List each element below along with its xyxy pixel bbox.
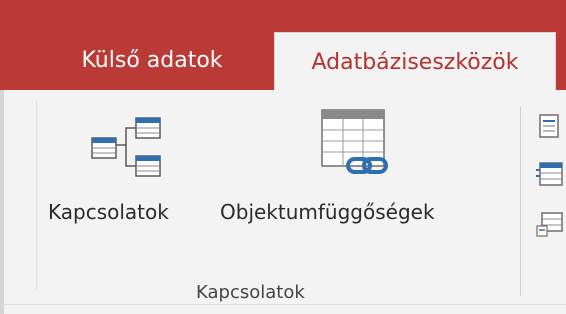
- tab-kulso-adatok[interactable]: Külső adatok: [42, 30, 262, 90]
- ribbon-group-separator: [520, 106, 521, 296]
- ribbon-group-label-kapcsolatok: Kapcsolatok: [196, 282, 305, 303]
- relationships-button[interactable]: Kapcsolatok: [40, 108, 210, 238]
- ribbon-divider-left: [36, 100, 37, 290]
- object-dependencies-button[interactable]: Objektumfüggőségek: [216, 104, 512, 238]
- ribbon-left-edge: [0, 90, 4, 314]
- object-dependencies-icon: [321, 109, 388, 174]
- tab-adatbaziseszkozok[interactable]: Adatbáziseszközök: [274, 32, 556, 92]
- ribbon-bottom-border: [0, 304, 566, 305]
- object-dependencies-button-label: Objektumfüggőségek: [220, 200, 435, 224]
- analyze-table-icon[interactable]: [536, 210, 566, 240]
- relationships-button-label: Kapcsolatok: [48, 200, 169, 224]
- title-bar-strip: [0, 0, 566, 30]
- ribbon-tab-bar: Külső adatok Adatbáziseszközök: [0, 30, 566, 92]
- analyze-performance-icon[interactable]: [536, 160, 566, 190]
- relationships-icon: [91, 117, 161, 177]
- database-documenter-icon[interactable]: [536, 112, 566, 142]
